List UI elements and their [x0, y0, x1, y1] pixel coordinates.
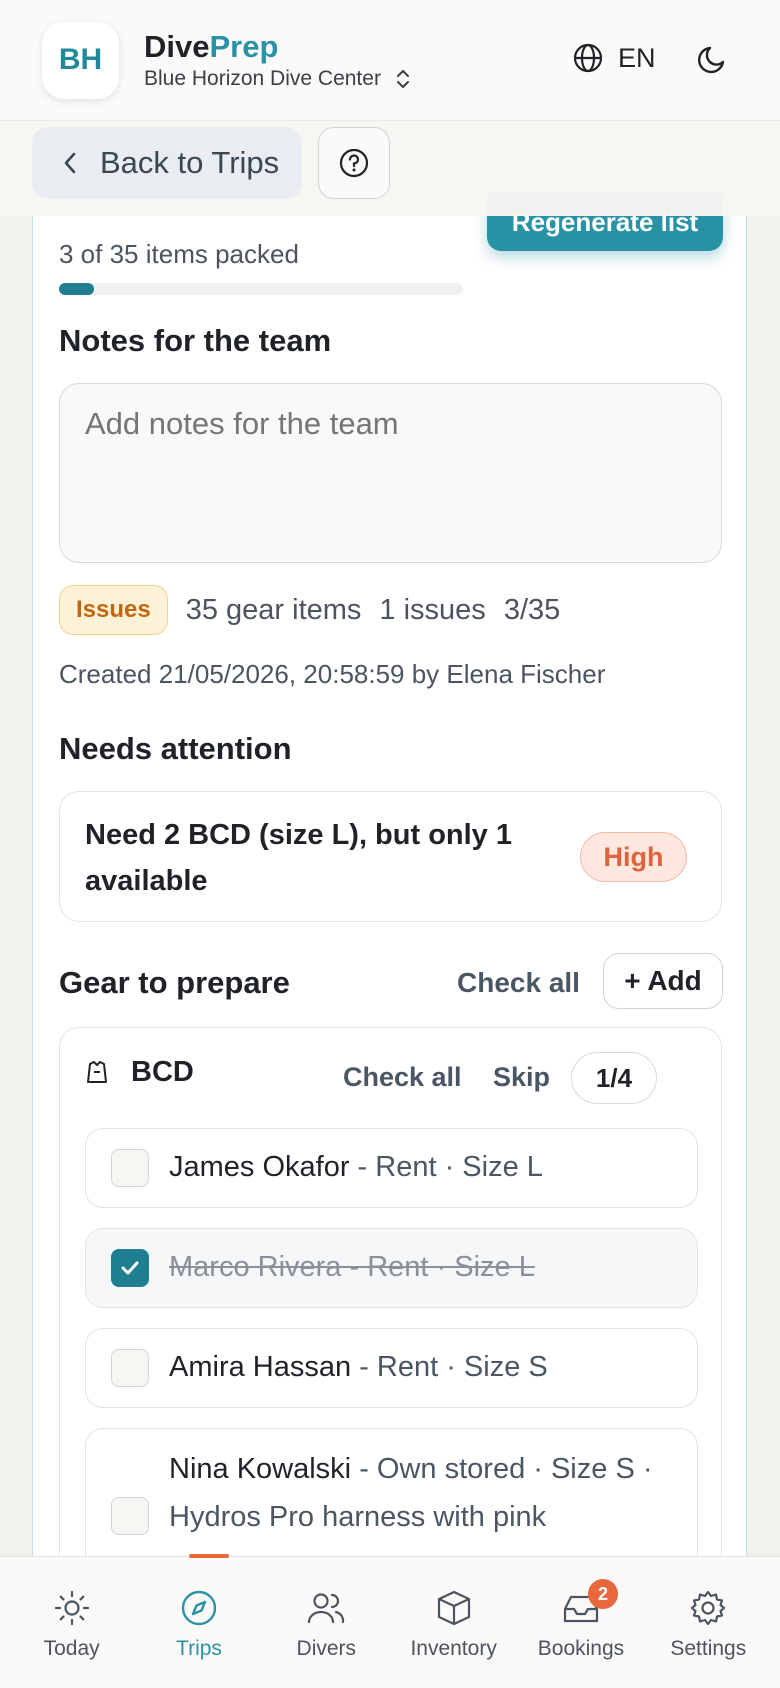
- brand[interactable]: DivePrep Blue Horizon Dive Center: [144, 29, 411, 91]
- nav-divers[interactable]: Divers: [267, 1557, 385, 1688]
- scroll-indicator: [189, 1554, 229, 1558]
- gear-item-checkbox[interactable]: [111, 1249, 149, 1287]
- moon-icon: [698, 46, 725, 74]
- back-label: Back to Trips: [100, 145, 280, 180]
- sun-icon: [54, 1590, 89, 1626]
- nav-trips[interactable]: Trips: [140, 1557, 258, 1688]
- issue-text: Need 2 BCD (size L), but only 1 availabl…: [85, 819, 512, 897]
- bottom-nav: Today Trips Divers Inventory 2 Bookings …: [0, 1556, 780, 1688]
- gear-icon: [691, 1590, 726, 1626]
- center-avatar[interactable]: BH: [42, 21, 119, 99]
- gear-item-label: Nina Kowalski - Own stored · Size S · Hy…: [169, 1445, 669, 1541]
- language-code: EN: [618, 42, 656, 73]
- gear-group-header: BCD: [85, 1056, 194, 1089]
- trip-subheader: Back to Trips: [0, 121, 780, 216]
- box-icon: [437, 1590, 470, 1626]
- nav-today[interactable]: Today: [13, 1557, 131, 1688]
- help-button[interactable]: [318, 127, 390, 199]
- gear-item-detail: - Rent · Size L: [341, 1251, 535, 1283]
- nav-label: Trips: [176, 1637, 222, 1660]
- bcd-packed-count: 1/4: [571, 1052, 657, 1104]
- chevron-up-down-icon: [396, 70, 409, 88]
- nav-label: Inventory: [410, 1637, 497, 1660]
- check-icon: [121, 1261, 139, 1275]
- gear-item[interactable]: Amira Hassan - Rent · Size S: [85, 1328, 698, 1408]
- diver-name: James Okafor: [169, 1151, 350, 1183]
- progress-ratio: 3/35: [503, 593, 561, 626]
- needs-attention-title: Needs attention: [59, 731, 292, 766]
- compass-icon: [181, 1590, 217, 1626]
- users-icon: [308, 1593, 345, 1624]
- globe-icon: [573, 43, 603, 73]
- gear-item-checkbox[interactable]: [111, 1497, 149, 1535]
- help-icon: [339, 148, 369, 178]
- add-gear-button[interactable]: + Add: [603, 953, 723, 1009]
- issues-badge: Issues: [59, 585, 168, 635]
- issue-card: Need 2 BCD (size L), but only 1 availabl…: [59, 791, 722, 922]
- priority-badge: High: [580, 832, 687, 882]
- nav-label: Bookings: [537, 1637, 625, 1660]
- gear-items-count: 35 gear items: [185, 593, 362, 626]
- gear-group-name: BCD: [131, 1056, 194, 1088]
- notes-title: Notes for the team: [59, 323, 332, 358]
- skip-bcd-button[interactable]: Skip: [493, 1062, 550, 1093]
- gear-item[interactable]: Marco Rivera - Rent · Size L: [85, 1228, 698, 1308]
- issues-count: 1 issues: [379, 593, 486, 626]
- gear-item-label: Amira Hassan - Rent · Size S: [169, 1343, 548, 1391]
- nav-settings[interactable]: Settings: [649, 1557, 767, 1688]
- language-switcher[interactable]: EN: [572, 42, 656, 74]
- prep-card: Regenerate list 3 of 35 items packed Not…: [32, 150, 747, 1630]
- gear-item[interactable]: James Okafor - Rent · Size L: [85, 1128, 698, 1208]
- packed-count: 3 of 35 items packed: [59, 239, 299, 269]
- check-all-bcd-button[interactable]: Check all: [343, 1062, 462, 1093]
- chevron-left-icon: [64, 152, 76, 174]
- nav-inventory[interactable]: Inventory: [395, 1557, 513, 1688]
- packing-progress-fill: [59, 283, 94, 295]
- team-notes-input[interactable]: [59, 383, 722, 563]
- diver-name: Marco Rivera: [169, 1251, 342, 1283]
- packing-progress-bar: [59, 283, 463, 295]
- back-to-trips-button[interactable]: Back to Trips: [32, 127, 302, 199]
- gear-item-checkbox[interactable]: [111, 1149, 149, 1187]
- app-header: BH DivePrep Blue Horizon Dive Center EN: [0, 0, 780, 121]
- bookings-badge: 2: [587, 1579, 618, 1609]
- nav-label: Settings: [670, 1637, 747, 1660]
- app-name-part1: Dive: [144, 29, 210, 64]
- bcd-vest-icon: [87, 1060, 107, 1083]
- check-all-gear-button[interactable]: Check all: [457, 967, 580, 999]
- gear-section-title: Gear to prepare: [59, 965, 290, 1000]
- nav-bookings[interactable]: 2 Bookings: [522, 1557, 640, 1688]
- app-name: DivePrep: [144, 29, 411, 65]
- nav-label: Divers: [296, 1637, 357, 1660]
- theme-toggle[interactable]: [696, 42, 730, 81]
- gear-item-label: Marco Rivera - Rent · Size L: [169, 1243, 535, 1291]
- summary-row: Issues 35 gear items 1 issues 3/35: [59, 585, 578, 635]
- gear-item-detail: - Rent · Size S: [351, 1351, 548, 1383]
- gear-group-bcd: BCD Check all Skip 1/4 James Okafor - Re…: [59, 1027, 722, 1629]
- nav-label: Today: [43, 1637, 100, 1660]
- gear-item-detail: - Rent · Size L: [349, 1151, 543, 1183]
- center-name: Blue Horizon Dive Center: [144, 67, 381, 90]
- center-switcher[interactable]: Blue Horizon Dive Center: [144, 67, 411, 91]
- diver-name: Nina Kowalski: [169, 1453, 352, 1485]
- gear-item-checkbox[interactable]: [111, 1349, 149, 1387]
- gear-item-label: James Okafor - Rent · Size L: [169, 1143, 543, 1191]
- app-name-part2: Prep: [209, 29, 279, 64]
- diver-name: Amira Hassan: [169, 1351, 352, 1383]
- created-info: Created 21/05/2026, 20:58:59 by Elena Fi…: [59, 659, 606, 689]
